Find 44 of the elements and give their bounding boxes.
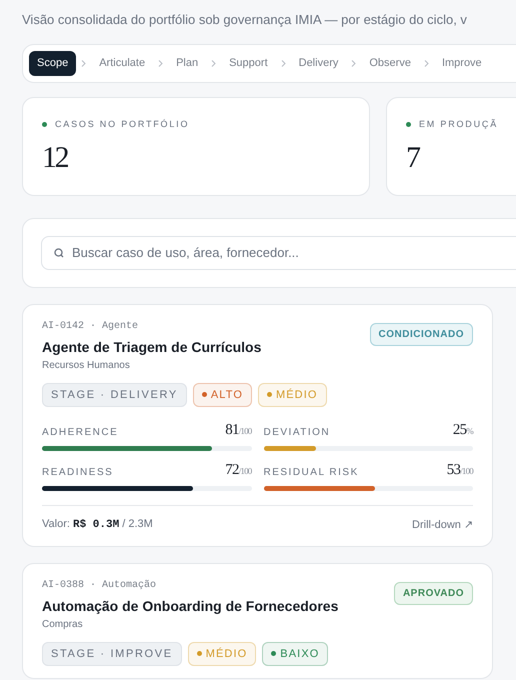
kpi-label: EM PRODUÇÃ xyxy=(419,118,498,131)
stage-tab[interactable]: Scope xyxy=(29,51,76,76)
stage-tab[interactable]: Delivery xyxy=(290,51,346,76)
page-subtitle: Visão consolidada do portfólio sob governança IMIA — por estágio do ciclo, v xyxy=(22,11,468,29)
level-tag: ALTO xyxy=(192,382,252,407)
level-tag: BAIXO xyxy=(262,642,328,666)
case-id: AI-0388 · Automação xyxy=(42,578,158,592)
kpi-value: 12 xyxy=(42,143,69,173)
value-text: Valor: R$ 0.3M / 2.3M xyxy=(42,517,153,533)
metric-label: RESIDUAL RISK xyxy=(264,466,359,480)
metric-label: DEVIATION xyxy=(264,426,330,440)
case-title: Agente de Triagem de Currículos xyxy=(42,338,262,356)
stage-tag: STAGE · DELIVERY xyxy=(42,382,187,407)
metric-value: 81/100 xyxy=(225,421,252,440)
stage-tab[interactable]: Articulate xyxy=(91,51,154,76)
chevron-icon xyxy=(211,60,216,67)
stage-tab[interactable]: Improve xyxy=(434,51,490,76)
kpi-label: CASOS NO PORTFÓLIO xyxy=(55,118,190,130)
case-area: Recursos Humanos xyxy=(42,358,262,372)
chevron-icon xyxy=(158,60,164,67)
kpi-value: 7 xyxy=(406,143,420,173)
stage-tab[interactable]: Support xyxy=(221,51,276,76)
metric-value: 53/100 xyxy=(446,461,473,480)
stage-tag: STAGE · IMPROVE xyxy=(42,642,182,666)
metric-value: 72/100 xyxy=(225,461,252,480)
level-tag: MÉDIO xyxy=(188,642,256,666)
level-tag: MÉDIO xyxy=(258,382,327,407)
metric-label: READINESS xyxy=(42,466,114,480)
status-badge: APROVADO xyxy=(394,582,473,604)
chevron-icon xyxy=(280,60,286,67)
drill-down-link[interactable]: Drill-down ↗ xyxy=(412,516,473,533)
case-area: Compras xyxy=(42,618,338,632)
case-id: AI-0142 · Agente xyxy=(42,320,140,334)
stage-tab[interactable]: Observe xyxy=(361,51,419,76)
case-title: Automação de Onboarding de Fornecedores xyxy=(42,596,338,614)
chevron-icon xyxy=(351,60,356,67)
metric-value: 25% xyxy=(452,421,473,440)
chevron-icon xyxy=(81,60,86,67)
stage-tab[interactable]: Plan xyxy=(168,51,206,76)
search-icon xyxy=(53,246,65,258)
metric-label: ADHERENCE xyxy=(42,426,118,440)
chevron-icon xyxy=(424,60,429,67)
search-field[interactable]: Buscar caso de uso, área, fornecedor... xyxy=(41,236,516,270)
status-badge: CONDICIONADO xyxy=(370,322,473,346)
